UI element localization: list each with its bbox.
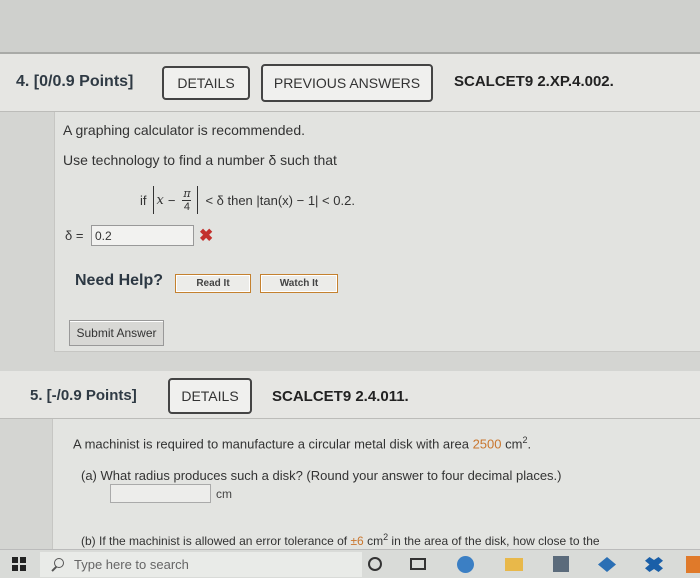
math-if: if	[140, 192, 147, 208]
tolerance-value: ±6	[350, 534, 364, 548]
question-5-title: 5. [-/0.9 Points]	[30, 387, 137, 404]
question-5-header: 5. [-/0.9 Points] DETAILS SCALCET9 2.4.0…	[0, 371, 700, 419]
submit-answer-button[interactable]: Submit Answer	[69, 320, 164, 346]
question-5-code: SCALCET9 2.4.011.	[272, 388, 409, 405]
details-button[interactable]: DETAILS	[162, 66, 250, 100]
question-4-title: 4. [0/0.9 Points]	[16, 73, 134, 90]
app-icon[interactable]	[598, 557, 616, 572]
abs-bar-right	[197, 186, 199, 214]
area-value: 2500	[472, 436, 502, 452]
details-button-q5[interactable]: DETAILS	[168, 378, 252, 414]
watch-it-button[interactable]: Watch It	[260, 274, 338, 293]
incorrect-icon: ✖	[199, 226, 214, 245]
radius-answer-input[interactable]	[110, 484, 211, 503]
edge-browser-icon[interactable]	[457, 556, 474, 573]
delta-answer-input[interactable]	[91, 225, 194, 246]
read-it-button[interactable]: Read It	[175, 274, 251, 293]
math-four: 4	[183, 200, 190, 213]
prompt-end: .	[527, 436, 532, 452]
calculator-note: A graphing calculator is recommended.	[63, 122, 306, 138]
part-b-end: in the area of the disk, how close to th…	[388, 534, 600, 548]
math-x: x	[156, 192, 164, 208]
pi-over-4-fraction: π 4	[182, 186, 192, 213]
tolerance-unit: cm	[363, 534, 384, 548]
question-5-prompt: A machinist is required to manufacture a…	[73, 435, 531, 451]
radius-unit: cm	[216, 487, 232, 501]
question-4-code: SCALCET9 2.XP.4.002.	[454, 73, 614, 90]
search-icon	[50, 557, 64, 572]
taskbar: Type here to search	[0, 549, 700, 578]
delta-label: δ =	[65, 228, 84, 243]
math-pi: π	[183, 186, 191, 200]
app-icon-extra[interactable]	[686, 556, 700, 573]
taskbar-search[interactable]: Type here to search	[40, 552, 362, 577]
question-4-header: 4. [0/0.9 Points] DETAILS PREVIOUS ANSWE…	[0, 54, 700, 112]
question-5-body: A machinist is required to manufacture a…	[52, 419, 700, 549]
math-minus: −	[167, 192, 176, 208]
dropbox-icon[interactable]	[645, 557, 663, 572]
previous-answers-button[interactable]: PREVIOUS ANSWERS	[261, 64, 433, 102]
part-a-prompt: (a) What radius produces such a disk? (R…	[81, 468, 562, 483]
part-b-prompt: (b) If the machinist is allowed an error…	[81, 532, 600, 548]
question-4-body: A graphing calculator is recommended. Us…	[54, 112, 700, 352]
inequality-statement: if x − π 4 < δ then |tan(x) − 1| < 0.2.	[140, 186, 355, 214]
part-b-text: (b) If the machinist is allowed an error…	[81, 534, 351, 548]
abs-bar-left	[152, 186, 154, 214]
math-rest: < δ then |tan(x) − 1| < 0.2.	[205, 192, 355, 208]
file-explorer-icon[interactable]	[505, 558, 523, 571]
store-icon[interactable]	[553, 556, 569, 572]
need-help-label: Need Help?	[75, 272, 164, 289]
area-unit: cm	[501, 436, 523, 452]
top-strip	[0, 0, 700, 52]
search-placeholder: Type here to search	[74, 557, 189, 572]
windows-start-icon[interactable]	[12, 557, 26, 571]
task-view-icon[interactable]	[410, 558, 426, 570]
question-4-prompt: Use technology to find a number δ such t…	[63, 152, 337, 168]
cortana-icon[interactable]	[368, 557, 382, 571]
prompt-text: A machinist is required to manufacture a…	[73, 436, 473, 452]
